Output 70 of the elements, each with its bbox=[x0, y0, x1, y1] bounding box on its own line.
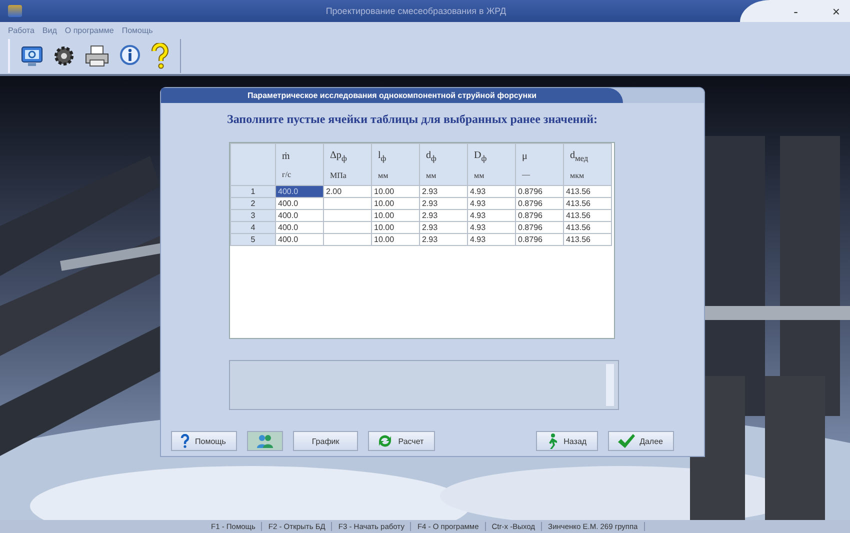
column-symbol: Δp$_{ф}$ bbox=[330, 150, 348, 162]
table-cell[interactable]: 400.0 bbox=[276, 222, 324, 234]
window-title: Проектирование смесеобразования в ЖРД bbox=[326, 6, 506, 16]
column-unit: мм bbox=[426, 170, 438, 180]
table-cell[interactable]: 400.0 bbox=[276, 186, 324, 198]
column-symbol: D$_{ф}$ bbox=[474, 150, 488, 162]
instruction-text: Заполните пустые ячейки таблицы для выбранных ранее значений: bbox=[227, 112, 599, 127]
monitor-icon[interactable] bbox=[20, 44, 44, 68]
back-button[interactable]: Назад bbox=[536, 431, 598, 451]
row-header[interactable]: 4 bbox=[230, 222, 276, 234]
table-cell[interactable]: 10.00 bbox=[372, 222, 420, 234]
ok-button[interactable]: Далее bbox=[608, 431, 674, 451]
app-icon bbox=[8, 5, 22, 17]
info-icon[interactable] bbox=[118, 44, 142, 68]
column-symbol: l$_{ф}$ bbox=[378, 150, 388, 162]
row-header[interactable]: 3 bbox=[230, 210, 276, 222]
table-cell[interactable]: 4.93 bbox=[468, 222, 516, 234]
table-cell[interactable]: 2.00 bbox=[324, 186, 372, 198]
question-icon[interactable] bbox=[150, 43, 170, 69]
table-cell[interactable]: 0.8796 bbox=[516, 222, 564, 234]
table-cell[interactable]: 2.93 bbox=[420, 234, 468, 246]
table-cell[interactable]: 2.93 bbox=[420, 186, 468, 198]
table-cell[interactable]: 4.93 bbox=[468, 234, 516, 246]
question-icon bbox=[180, 434, 190, 448]
table-cell[interactable]: 0.8796 bbox=[516, 186, 564, 198]
help-button[interactable]: Помощь bbox=[171, 431, 237, 451]
minimize-button[interactable]: - bbox=[794, 4, 798, 19]
table-cell[interactable]: 400.0 bbox=[276, 198, 324, 210]
refresh-icon bbox=[377, 433, 394, 449]
column-unit: МПа bbox=[330, 170, 348, 180]
table-cell[interactable]: 4.93 bbox=[468, 210, 516, 222]
column-unit: — bbox=[522, 170, 531, 178]
table-cell[interactable]: 2.93 bbox=[420, 198, 468, 210]
column-symbol: d$_{мед}$ bbox=[570, 150, 590, 162]
checkmark-icon bbox=[616, 433, 635, 449]
row-header[interactable]: 2 bbox=[230, 198, 276, 210]
table-cell[interactable]: 10.00 bbox=[372, 234, 420, 246]
column-unit: г/с bbox=[282, 170, 292, 178]
table-cell[interactable]: 4.93 bbox=[468, 198, 516, 210]
column-unit: мкм bbox=[570, 170, 586, 180]
table-cell[interactable]: 2.93 bbox=[420, 210, 468, 222]
table-cell[interactable]: 413.56 bbox=[564, 186, 612, 198]
table-cell[interactable]: 413.56 bbox=[564, 210, 612, 222]
dialog-title: Параметрическое исследования однокомпонентной струйной форсунки bbox=[161, 88, 623, 103]
column-symbol: d$_{ф}$ bbox=[426, 150, 438, 162]
table-cell[interactable]: 10.00 bbox=[372, 210, 420, 222]
table-cell[interactable]: 413.56 bbox=[564, 222, 612, 234]
column-unit: мм bbox=[378, 170, 390, 180]
close-button[interactable]: × bbox=[832, 4, 840, 19]
table-cell[interactable]: 400.0 bbox=[276, 234, 324, 246]
gear-icon[interactable] bbox=[52, 44, 76, 68]
refresh-button[interactable]: Расчет bbox=[368, 431, 435, 451]
table-cell[interactable]: 0.8796 bbox=[516, 198, 564, 210]
table-cell[interactable]: 0.8796 bbox=[516, 234, 564, 246]
row-header[interactable]: 5 bbox=[230, 234, 276, 246]
table-cell[interactable]: 10.00 bbox=[372, 186, 420, 198]
table-cell[interactable]: 4.93 bbox=[468, 186, 516, 198]
column-unit: мм bbox=[474, 170, 486, 180]
people-icon bbox=[256, 433, 274, 449]
row-header[interactable]: 1 bbox=[230, 186, 276, 198]
table-cell[interactable]: 413.56 bbox=[564, 198, 612, 210]
column-symbol: μ bbox=[522, 150, 528, 162]
table-cell[interactable]: 2.93 bbox=[420, 222, 468, 234]
table-cell[interactable]: 10.00 bbox=[372, 198, 420, 210]
table-cell[interactable]: 400.0 bbox=[276, 210, 324, 222]
plain-button[interactable]: График bbox=[292, 431, 358, 451]
table-cell[interactable]: 0.8796 bbox=[516, 210, 564, 222]
table-cell[interactable]: 413.56 bbox=[564, 234, 612, 246]
printer-icon[interactable] bbox=[84, 44, 110, 68]
column-symbol: ṁ bbox=[282, 150, 291, 162]
